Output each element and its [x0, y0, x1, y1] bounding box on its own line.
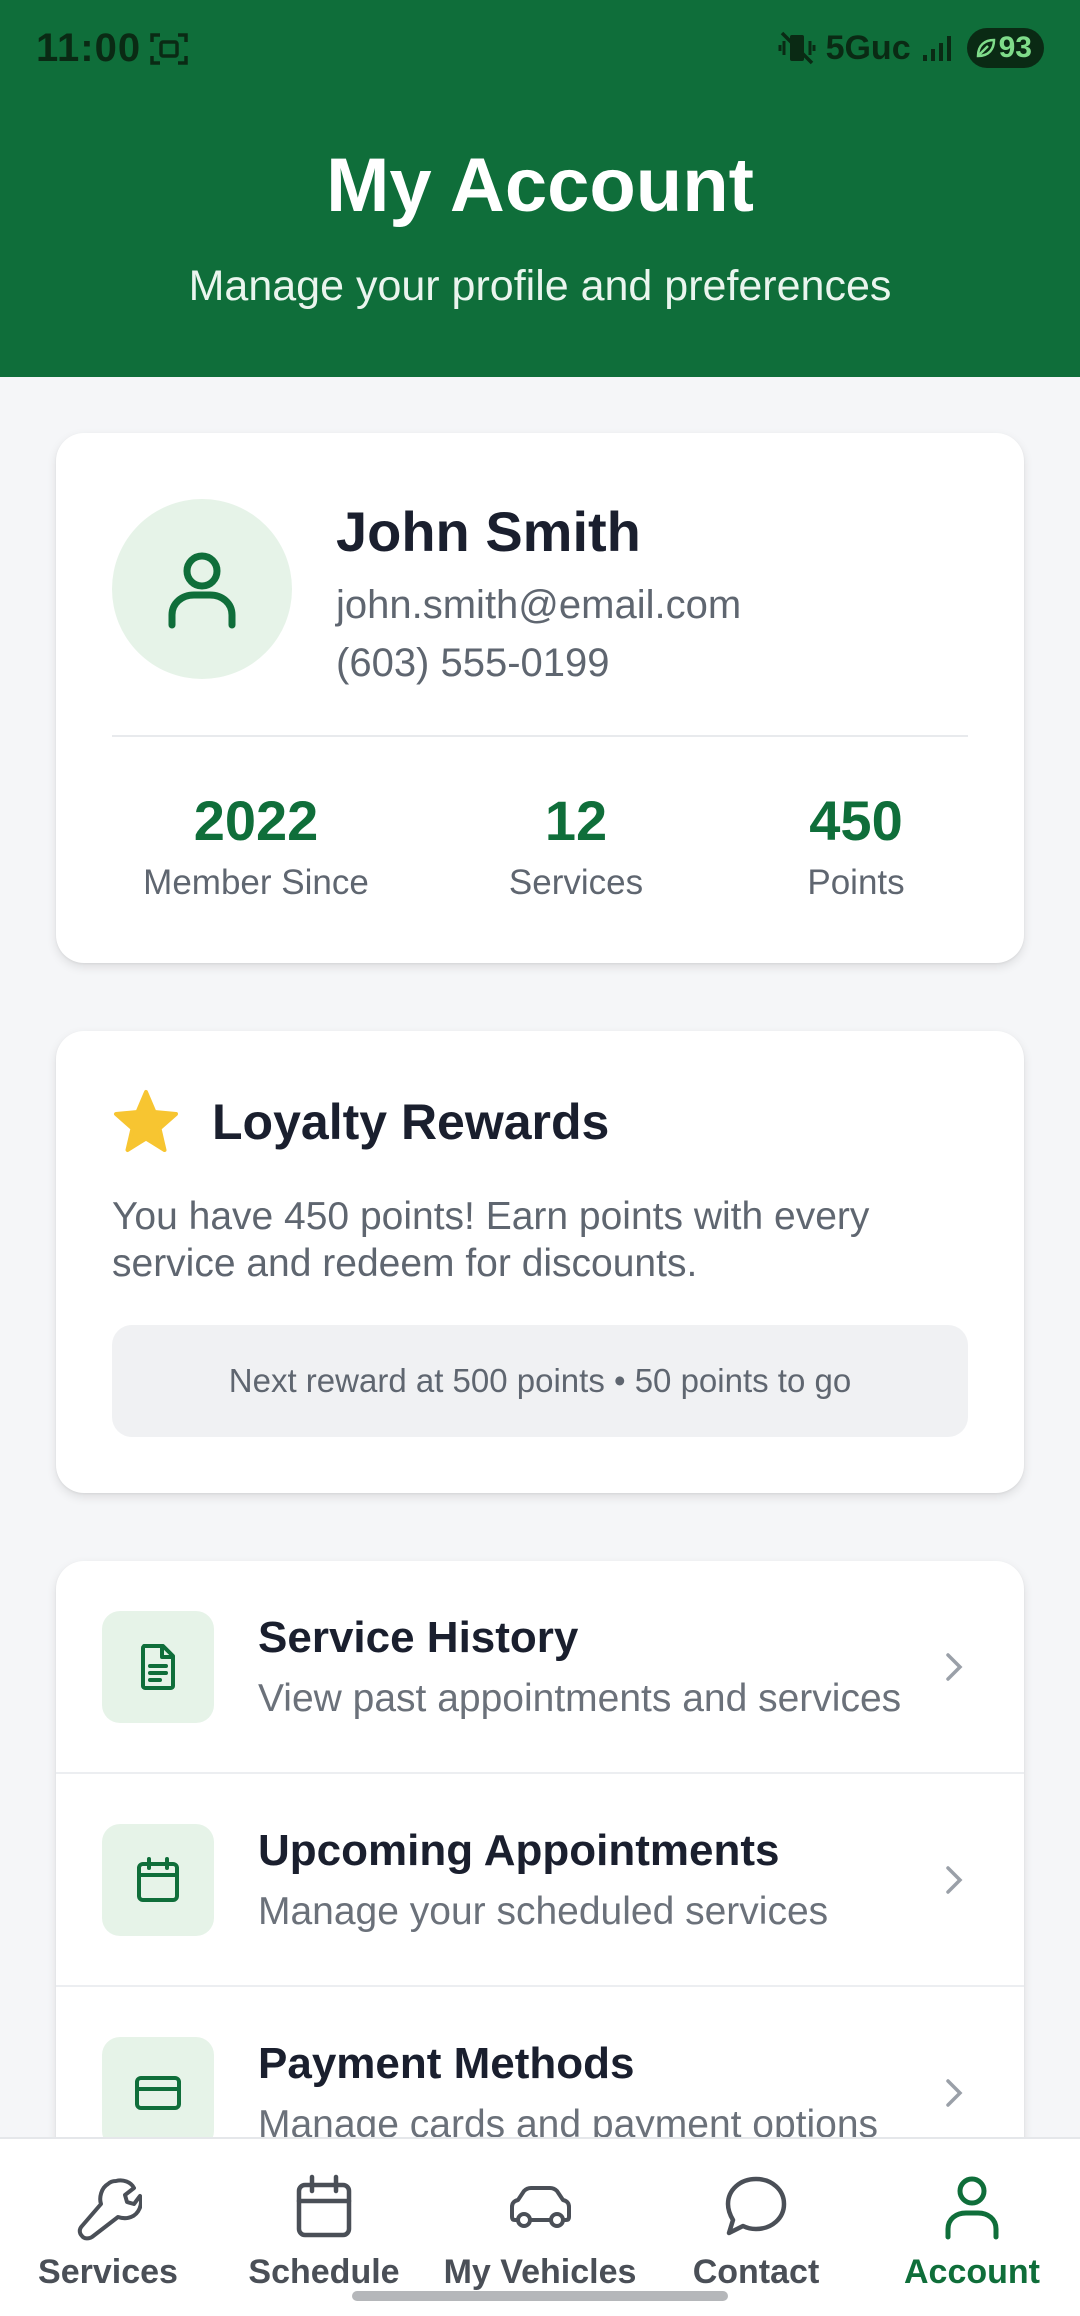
nav-label: Account [904, 2253, 1040, 2291]
chevron-right-icon [946, 1866, 963, 1894]
nav-label: Services [38, 2253, 178, 2291]
nav-label: My Vehicles [443, 2253, 637, 2291]
star-icon [114, 1090, 178, 1152]
chevron-right-icon [946, 1653, 963, 1681]
wrench-icon [77, 2178, 142, 2241]
loyalty-description: You have 450 points! Earn points with ev… [112, 1195, 870, 1285]
stat-points: 450 Points [746, 791, 966, 903]
next-reward-info: Next reward at 500 points • 50 points to… [112, 1325, 968, 1437]
battery-indicator: 93 [966, 28, 1044, 68]
user-phone: (603) 555-0199 [336, 641, 610, 685]
menu-item-upcoming-appointments[interactable]: Upcoming Appointments Manage your schedu… [56, 1774, 1024, 1987]
calendar-icon [296, 2174, 352, 2238]
stat-label: Services [508, 863, 644, 902]
page-subtitle: Manage your profile and preferences [188, 262, 892, 310]
stat-value: 12 [544, 789, 608, 852]
loyalty-rewards-card: Loyalty Rewards You have 450 points! Ear… [56, 1031, 1024, 1493]
credit-card-icon [135, 2076, 181, 2110]
car-icon [510, 2186, 571, 2228]
status-icons: 5Guc 93 [778, 28, 1044, 68]
battery-level: 93 [998, 31, 1032, 64]
menu-icon-box [102, 2037, 214, 2149]
bottom-navigation: Services Schedule My Vehicles Contact Ac… [0, 2137, 1080, 2316]
signal-icon [922, 36, 951, 61]
nav-contact[interactable]: Contact [656, 2173, 856, 2292]
nav-label: Contact [692, 2253, 820, 2291]
loyalty-title: Loyalty Rewards [212, 1094, 610, 1150]
person-icon [945, 2176, 999, 2240]
menu-item-subtitle: Manage your scheduled services [258, 1890, 829, 1933]
nav-schedule[interactable]: Schedule [224, 2173, 424, 2292]
divider [112, 735, 968, 737]
stat-services: 12 Services [446, 791, 706, 903]
profile-card: John Smith john.smith@email.com (603) 55… [56, 433, 1024, 963]
screenshot-icon [150, 33, 188, 65]
leaf-icon [976, 38, 995, 58]
nav-account[interactable]: Account [872, 2173, 1072, 2292]
page-title: My Account [326, 143, 754, 228]
user-email: john.smith@email.com [336, 583, 742, 627]
chevron-right-icon [946, 2079, 963, 2107]
menu-item-subtitle: View past appointments and services [258, 1677, 902, 1720]
menu-item-title: Payment Methods [258, 2039, 635, 2088]
menu-icon-box [102, 1824, 214, 1936]
home-indicator[interactable] [352, 2291, 728, 2301]
chat-bubble-icon [725, 2176, 787, 2236]
vibrate-mute-icon [778, 31, 816, 65]
stat-value: 450 [809, 789, 903, 852]
status-bar: 11:00 5Guc 93 [0, 0, 1080, 96]
menu-item-title: Upcoming Appointments [258, 1826, 780, 1875]
menu-item-title: Service History [258, 1613, 579, 1662]
stat-member-since: 2022 Member Since [116, 791, 396, 903]
avatar[interactable] [112, 499, 292, 679]
stat-label: Points [807, 863, 905, 902]
stat-label: Member Since [143, 863, 369, 902]
user-name: John Smith [336, 500, 641, 563]
person-icon [168, 552, 236, 629]
document-icon [141, 1644, 175, 1690]
app-header: 11:00 5Guc 93 My Account Manage your pro… [0, 0, 1080, 377]
menu-icon-box [102, 1611, 214, 1723]
nav-services[interactable]: Services [8, 2173, 208, 2292]
menu-item-service-history[interactable]: Service History View past appointments a… [56, 1561, 1024, 1774]
nav-my-vehicles[interactable]: My Vehicles [440, 2173, 640, 2292]
status-time: 11:00 [36, 26, 142, 70]
network-label: 5Guc [825, 28, 911, 67]
calendar-icon [137, 1857, 179, 1902]
stat-value: 2022 [193, 789, 319, 852]
nav-label: Schedule [248, 2253, 400, 2291]
